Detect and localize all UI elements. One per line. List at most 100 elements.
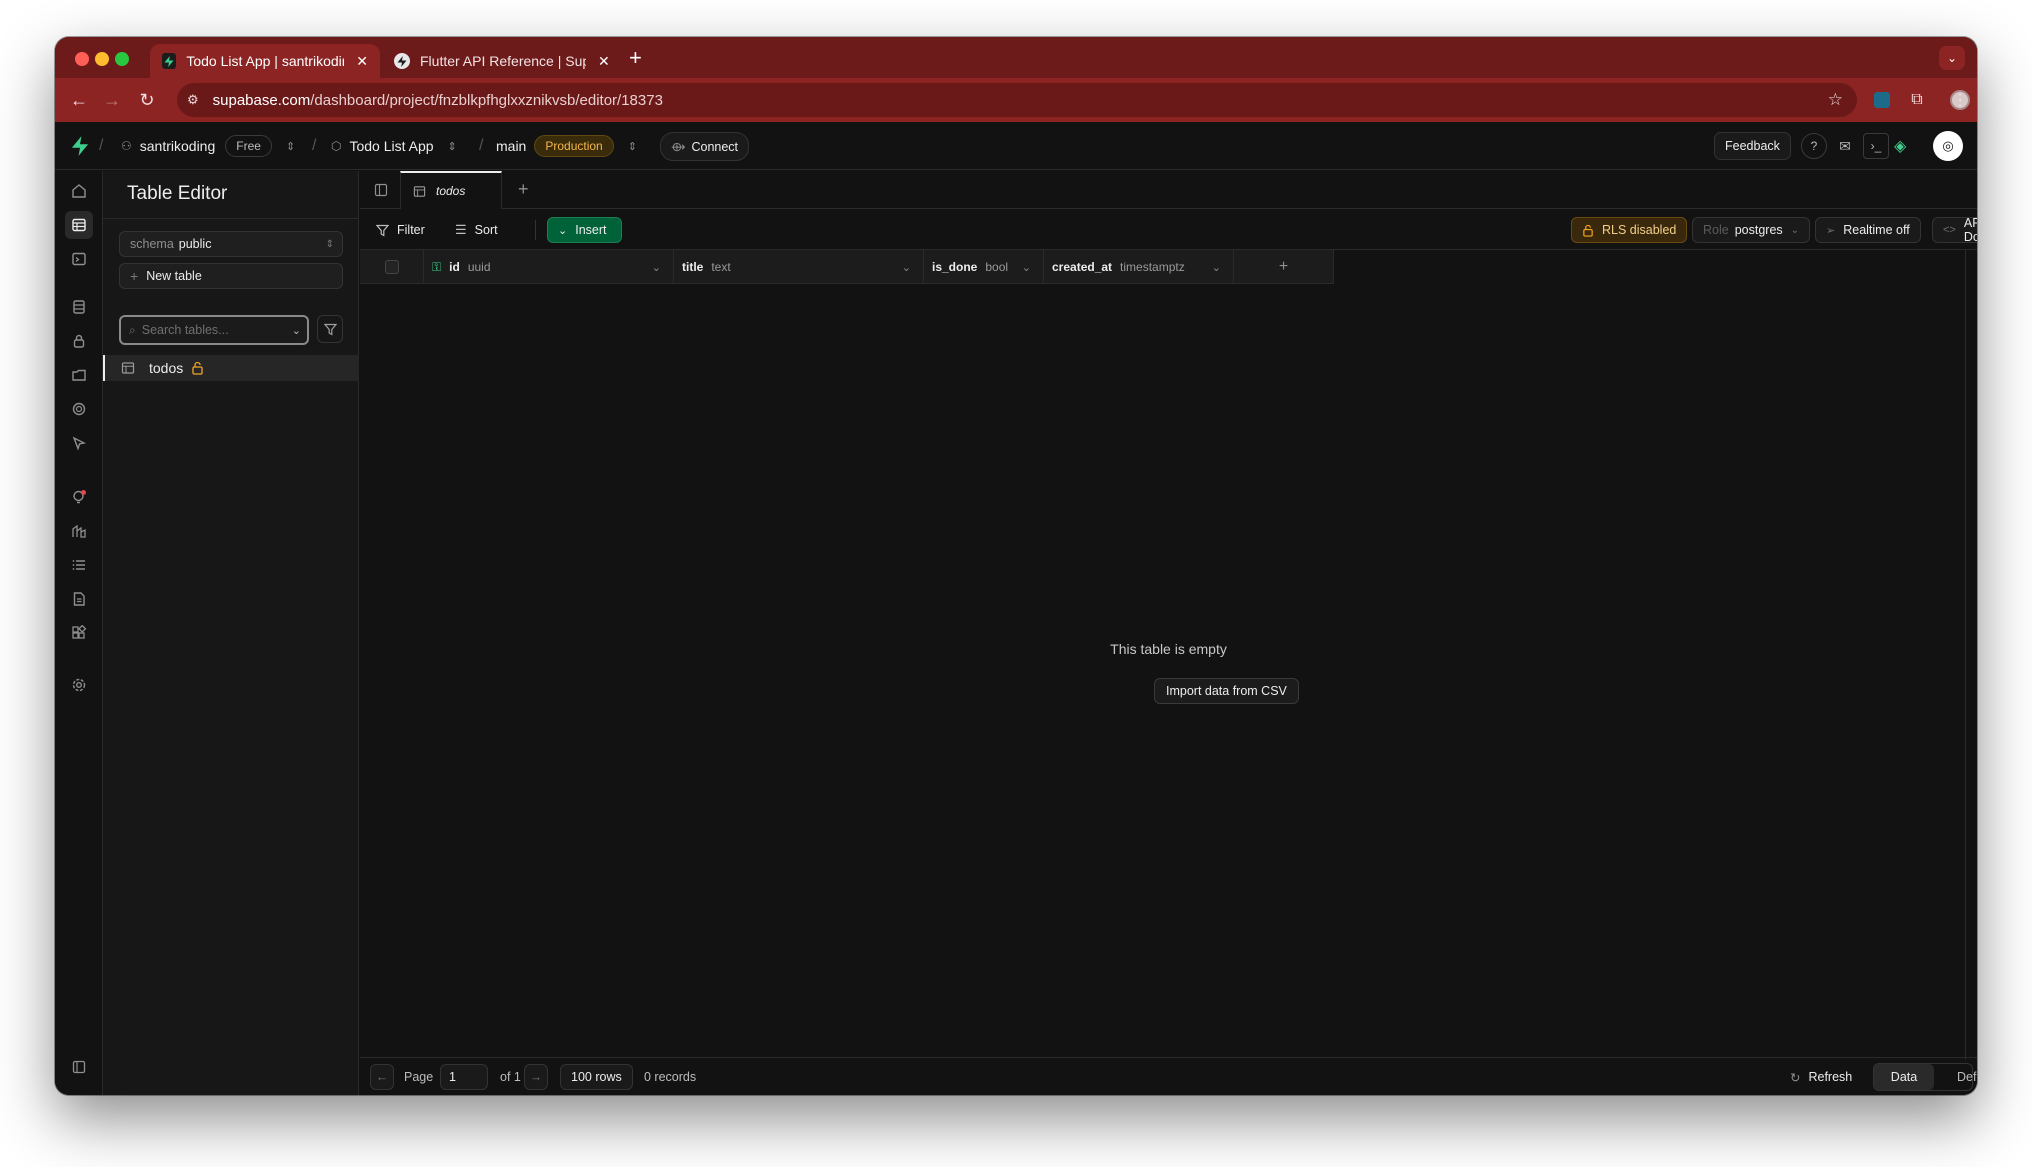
filter-button[interactable]: Filter bbox=[366, 217, 435, 243]
editor-actionbar: Filter ☰ Sort ⌄ Insert RLS disabled Role… bbox=[360, 209, 1977, 250]
insert-button[interactable]: ⌄ Insert bbox=[547, 217, 622, 243]
api-docs-button[interactable]: <> API Docs bbox=[1932, 216, 1977, 244]
toggle-panel-icon[interactable] bbox=[374, 183, 388, 197]
org-icon: ⚇ bbox=[121, 139, 132, 153]
select-all-checkbox[interactable] bbox=[384, 260, 399, 274]
address-bar[interactable]: ⚙ supabase.com/dashboard/project/fnzblkp… bbox=[177, 83, 1857, 117]
refresh-icon: ↻ bbox=[1790, 1070, 1801, 1085]
chevron-down-icon[interactable]: ⌄ bbox=[1212, 261, 1221, 274]
site-settings-icon[interactable]: ⚙ bbox=[187, 92, 199, 108]
close-tab-icon[interactable]: ✕ bbox=[598, 53, 610, 70]
sql-editor-icon[interactable] bbox=[65, 245, 93, 273]
bookmark-star-icon[interactable]: ☆ bbox=[1828, 90, 1843, 110]
advisors-icon[interactable] bbox=[65, 483, 93, 511]
chevron-down-icon[interactable]: ⌄ bbox=[652, 261, 661, 274]
expand-chevrons-icon[interactable]: ⌄ bbox=[292, 324, 301, 337]
terminal-icon[interactable]: ›_ bbox=[1863, 122, 1889, 170]
realtime-toggle-button[interactable]: ➢ Realtime off bbox=[1815, 217, 1921, 243]
project-selector[interactable]: ⬡ Todo List App ⇕ bbox=[331, 122, 457, 170]
add-tab-icon[interactable]: + bbox=[518, 179, 529, 200]
next-page-icon[interactable]: → bbox=[524, 1064, 548, 1090]
extension-icon[interactable] bbox=[1870, 88, 1894, 112]
schema-selector[interactable]: schema public ⇕ bbox=[119, 231, 343, 257]
database-icon[interactable] bbox=[65, 293, 93, 321]
search-tables-input[interactable]: ⌕ Search tables... ⌄ bbox=[119, 315, 309, 345]
browser-toolbar: ← → ↻ ⚙ supabase.com/dashboard/project/f… bbox=[55, 78, 1977, 122]
rls-status-button[interactable]: RLS disabled bbox=[1571, 217, 1688, 243]
schema-value: public bbox=[178, 237, 212, 251]
search-placeholder: Search tables... bbox=[141, 323, 229, 337]
column-header-title[interactable]: title text ⌄ bbox=[674, 250, 924, 284]
filter-tables-icon[interactable] bbox=[317, 315, 343, 343]
settings-gear-icon[interactable] bbox=[65, 671, 93, 699]
definition-view-tab[interactable]: Definition bbox=[1957, 1058, 1977, 1095]
integrations-icon[interactable] bbox=[65, 619, 93, 647]
supabase-logo-icon[interactable] bbox=[71, 122, 89, 170]
project-box-icon: ⬡ bbox=[331, 139, 342, 153]
close-tab-icon[interactable]: ✕ bbox=[356, 53, 368, 70]
new-table-button[interactable]: + New table bbox=[119, 263, 343, 289]
sort-button[interactable]: ☰ Sort bbox=[445, 217, 508, 243]
collapse-sidebar-icon[interactable] bbox=[65, 1053, 93, 1081]
table-editor-icon[interactable] bbox=[65, 211, 93, 239]
table-list-item[interactable]: todos bbox=[103, 355, 359, 381]
inbox-icon[interactable]: ✉ bbox=[1832, 122, 1858, 170]
close-window-button[interactable] bbox=[75, 52, 89, 66]
supabase-favicon-icon bbox=[394, 53, 410, 69]
add-column-icon[interactable]: + bbox=[1234, 250, 1334, 284]
auth-lock-icon[interactable] bbox=[65, 327, 93, 355]
reports-icon[interactable] bbox=[65, 517, 93, 545]
data-view-tab[interactable]: Data bbox=[1874, 1064, 1934, 1090]
help-icon[interactable]: ? bbox=[1801, 122, 1827, 170]
branch-selector[interactable]: main Production ⇕ bbox=[496, 122, 637, 170]
chevron-down-icon[interactable]: ⌄ bbox=[902, 261, 911, 274]
realtime-icon[interactable] bbox=[65, 429, 93, 457]
role-selector[interactable]: Role postgres ⌄ bbox=[1692, 217, 1811, 243]
api-docs-icon[interactable] bbox=[65, 585, 93, 613]
browser-tab-title: Todo List App | santrikoding | bbox=[186, 53, 344, 69]
minimize-window-button[interactable] bbox=[95, 52, 109, 66]
code-icon: <> bbox=[1943, 224, 1956, 236]
rows-per-page-selector[interactable]: 100 rows bbox=[560, 1064, 633, 1090]
search-icon: ⌕ bbox=[129, 322, 136, 337]
previous-page-icon[interactable]: ← bbox=[370, 1064, 394, 1090]
chevron-down-icon: ⌄ bbox=[1790, 224, 1800, 236]
feedback-button[interactable]: Feedback bbox=[1714, 122, 1791, 170]
browser-tab-active[interactable]: Todo List App | santrikoding | ✕ bbox=[150, 44, 380, 78]
column-header-id[interactable]: ⚿ id uuid ⌄ bbox=[424, 250, 674, 284]
home-icon[interactable] bbox=[65, 177, 93, 205]
plan-badge: Free bbox=[225, 135, 272, 157]
lock-icon bbox=[1583, 224, 1593, 237]
grid-scrollbar[interactable] bbox=[1965, 250, 1977, 1060]
supabase-favicon-icon bbox=[162, 53, 177, 69]
assistant-icon[interactable]: ◈ bbox=[1894, 122, 1906, 170]
back-icon[interactable]: ← bbox=[65, 86, 93, 114]
page-input[interactable]: 1 bbox=[440, 1064, 488, 1090]
browser-kebab-menu-icon[interactable]: ⋮ bbox=[1948, 88, 1972, 112]
user-avatar[interactable]: ◎ bbox=[1933, 122, 1963, 170]
table-icon bbox=[413, 185, 426, 198]
chevron-down-icon[interactable]: ⌄ bbox=[1022, 261, 1031, 274]
browser-tabstrip: Todo List App | santrikoding | ✕ Flutter… bbox=[55, 37, 1977, 78]
connect-button[interactable]: ⟴ Connect bbox=[660, 122, 750, 170]
storage-icon[interactable] bbox=[65, 361, 93, 389]
extensions-puzzle-icon[interactable]: ⧉ bbox=[1905, 88, 1929, 112]
tab-todos[interactable]: todos bbox=[400, 171, 502, 209]
logs-icon[interactable] bbox=[65, 551, 93, 579]
refresh-button[interactable]: ↻ Refresh bbox=[1790, 1058, 1852, 1095]
new-tab-icon[interactable]: + bbox=[629, 45, 642, 71]
edge-functions-icon[interactable] bbox=[65, 395, 93, 423]
org-selector[interactable]: ⚇ santrikoding Free ⇕ bbox=[121, 122, 295, 170]
select-all-cell bbox=[360, 250, 424, 284]
browser-tab[interactable]: Flutter API Reference | Supab ✕ bbox=[382, 44, 622, 78]
updown-chevron-icon: ⇕ bbox=[627, 140, 637, 153]
reload-icon[interactable]: ↻ bbox=[133, 86, 161, 114]
zoom-window-button[interactable] bbox=[115, 52, 129, 66]
tab-search-icon[interactable]: ⌄ bbox=[1939, 46, 1965, 70]
column-header-is-done[interactable]: is_done bool ⌄ bbox=[924, 250, 1044, 284]
forward-icon[interactable]: → bbox=[98, 86, 126, 114]
chevron-down-icon: ⌄ bbox=[558, 224, 568, 237]
import-csv-button[interactable]: Import data from CSV bbox=[1154, 678, 1299, 704]
table-icon bbox=[121, 361, 135, 375]
column-header-created-at[interactable]: created_at timestamptz ⌄ bbox=[1044, 250, 1234, 284]
